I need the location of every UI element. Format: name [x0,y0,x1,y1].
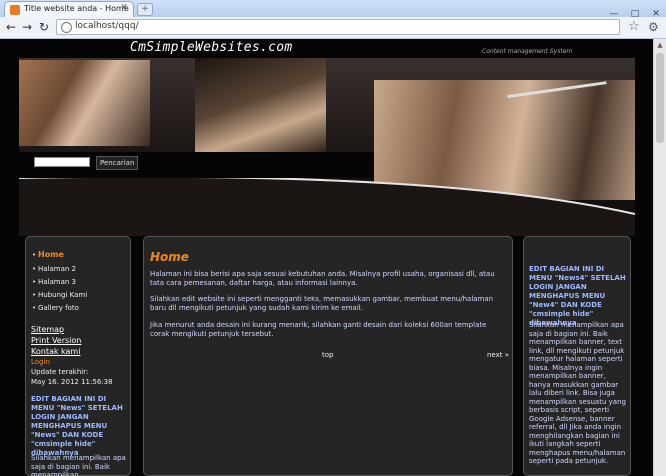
page-info-icon [61,22,72,33]
new-tab-button[interactable]: + [137,3,153,16]
main-paragraph-1: Halaman ini bisa berisi apa saja sesuai … [150,270,495,287]
top-link[interactable]: top [322,351,333,359]
kontak-kami-link[interactable]: Kontak kami [31,347,80,356]
last-update-value: May 16. 2012 11:56:38 [31,378,113,386]
main-paragraph-3: Jika menurut anda desain ini kurang mena… [150,321,487,338]
site-tagline: Content management System [482,48,573,55]
bullet-icon: • [32,265,37,273]
header-photo-salon [195,58,326,152]
favicon-icon [10,5,20,15]
header-photo-haircut [19,60,150,146]
right-edit-notice: EDIT BAGIAN INI DI MENU "News4" SETELAH … [529,265,626,327]
wrench-menu-icon[interactable]: ⚙ [648,20,659,34]
header-banner: Pencarian [19,58,635,236]
main-paragraph-2: Silahkan edit website ini seperti mengga… [150,295,494,312]
sidebar-edit-notice: EDIT BAGIAN INI DI MENU "News" SETELAH L… [31,395,123,457]
search-input[interactable] [34,157,90,167]
menu-item-hubungi-kami[interactable]: Hubungi Kami [38,291,87,299]
search-button[interactable]: Pencarian [96,156,139,170]
left-sidebar: • Home • Halaman 2 • Halaman 3 • Hubungi… [25,236,131,476]
address-bar[interactable]: localhost/qqq/ [56,19,620,35]
right-sidebar: EDIT BAGIAN INI DI MENU "News4" SETELAH … [523,236,631,476]
login-link[interactable]: Login [31,358,50,366]
sitemap-link[interactable]: Sitemap [31,325,64,334]
scroll-thumb[interactable] [656,53,664,143]
page-title: Home [150,250,189,264]
page-viewport: CmSimpleWebsites.com Content management … [0,39,666,476]
browser-tab-strip: Title website anda - Home ✕ + — □ ✕ [0,0,666,19]
bookmark-star-icon[interactable]: ☆ [628,19,640,34]
right-text: Silahkan menampilkan apa saja di bagian … [529,321,626,465]
menu-item-home[interactable]: Home [38,250,64,259]
last-update-label: Update terakhir: [31,368,89,376]
browser-toolbar: ← → ↻ localhost/qqq/ ☆ ⚙ [0,17,666,39]
bullet-icon: • [32,304,37,312]
browser-tab[interactable]: Title website anda - Home ✕ [4,1,134,17]
sidebar-text: Silahkan menampilkan apa saja di bagian … [31,454,126,476]
site-logo: CmSimpleWebsites.com [130,40,293,55]
main-content: Home Halaman ini bisa berisi apa saja se… [143,236,513,476]
scroll-up-icon[interactable]: ▲ [654,39,666,51]
reload-icon[interactable]: ↻ [39,20,49,34]
menu-item-halaman-3[interactable]: Halaman 3 [38,278,76,286]
next-link[interactable]: next » [487,351,509,359]
header-swoosh [19,178,635,236]
tab-close-icon[interactable]: ✕ [120,3,128,13]
page-scrollbar[interactable]: ▲ [653,39,666,476]
forward-icon[interactable]: → [22,20,32,34]
bullet-icon: • [32,291,37,299]
bullet-icon: • [32,251,37,259]
tab-title: Title website anda - Home [24,4,129,13]
back-icon[interactable]: ← [6,20,16,34]
bullet-icon: • [32,278,37,286]
menu-item-halaman-2[interactable]: Halaman 2 [38,265,76,273]
menu-item-gallery-foto[interactable]: Gallery foto [38,304,79,312]
url-text[interactable]: localhost/qqq/ [75,21,139,31]
print-version-link[interactable]: Print Version [31,336,81,345]
